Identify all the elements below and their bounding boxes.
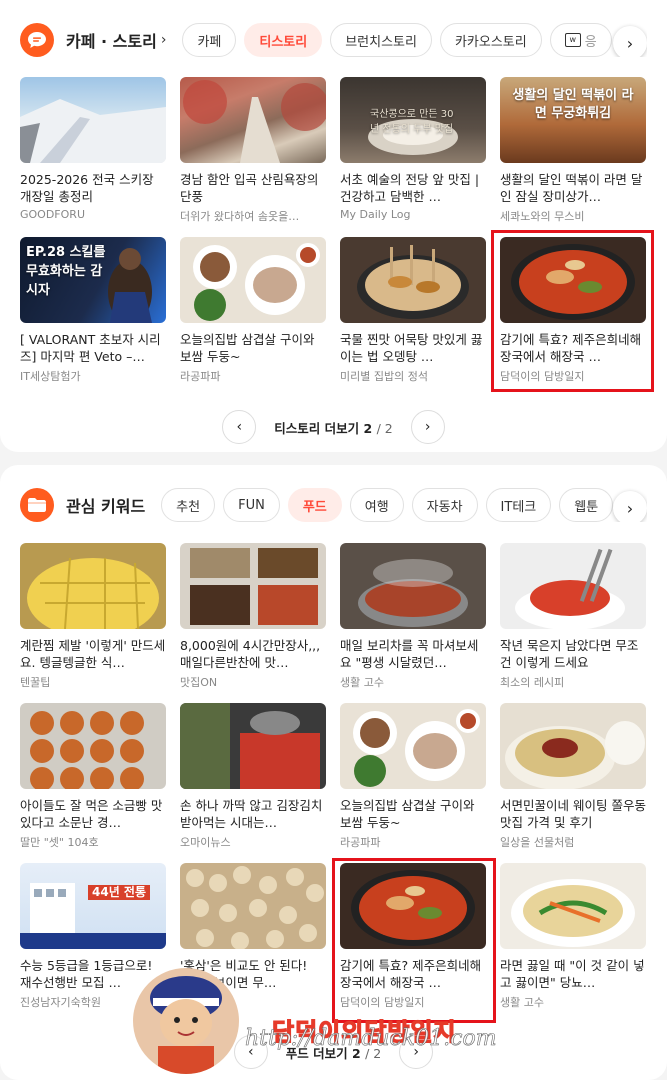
thumbnail [500, 863, 646, 949]
chip-bar: 추천 FUN 푸드 여행 자동차 IT테크 웹툰 › [161, 488, 647, 522]
chip-next-button[interactable]: › [613, 26, 647, 57]
list-item[interactable]: 국산콩으로 만든 30년 전통의 두부 맛집 서초 예술의 전당 앞 맛집 | … [340, 77, 486, 225]
list-item[interactable]: 생활의 달인 떡볶이 라면 무궁화튀김 생활의 달인 떡볶이 라면 달인 잠실 … [500, 77, 646, 225]
prev-page-button[interactable]: ‹ [233, 1035, 268, 1069]
brand-icon: w [564, 33, 581, 47]
keyword-card: 관심 키워드 추천 FUN 푸드 여행 자동차 IT테크 웹툰 › 계란찜 제발… [0, 465, 667, 1080]
story-grid: 2025-2026 전국 스키장 개장일 총정리 GOODFORU 경남 함안 … [20, 77, 647, 385]
chevron-left-icon: ‹ [247, 1044, 254, 1060]
story-pager: ‹ 티스토리 더보기 2 / 2 › [0, 410, 667, 444]
list-item[interactable]: 손 하나 까딱 않고 김장김치 받아먹는 시대는… 오마이뉴스 [180, 703, 326, 851]
chat-bubble-icon [20, 23, 54, 57]
chip-webtoon[interactable]: 웹툰 [559, 488, 614, 522]
chip-car[interactable]: 자동차 [411, 488, 478, 522]
keyword-pager: ‹ 푸드 더보기 2 / 2 › [0, 1035, 667, 1069]
thumbnail [180, 703, 326, 789]
thumbnail: EP.28 스킬를 무효화하는 감시자 [20, 237, 166, 323]
thumbnail [20, 543, 166, 629]
thumbnail [180, 863, 326, 949]
list-item[interactable]: EP.28 스킬를 무효화하는 감시자 [ VALORANT 초보자 시리즈] … [20, 237, 166, 385]
list-item[interactable]: 서면민꿀이네 웨이팅 쫄우동 맛집 가격 및 후기 일상을 선물처럼 [500, 703, 646, 851]
chevron-right-icon: › [626, 498, 634, 518]
list-item[interactable]: 매일 보리차를 꼭 마셔보세요 "평생 시달렸던… 생활 고수 [340, 543, 486, 691]
list-item[interactable]: 8,000원에 4시간만장사,,,매일다른반찬에 맛… 맛집ON [180, 543, 326, 691]
chip-food[interactable]: 푸드 [287, 488, 342, 522]
thumbnail [340, 543, 486, 629]
list-item[interactable]: '홍삼'은 비교도 안 된다! '이것' 보이면 무… 건강연구소 [180, 863, 326, 1011]
list-item[interactable]: 44년 전통 수능 5등급을 1등급으로! 재수선행반 모집 … 진성남자기숙학… [20, 863, 166, 1011]
chevron-right-icon: › [160, 32, 167, 48]
list-item[interactable]: 감기에 특효? 제주은희네해장국에서 해장국 … 담덕이의 담방일지 [500, 237, 646, 385]
thumbnail [180, 77, 326, 163]
list-item[interactable]: 오늘의집밥 삼겹살 구이와 보쌈 두둥~ 라공파파 [180, 237, 326, 385]
list-item[interactable]: 경남 함안 입곡 산림욕장의 단풍 더위가 왔다하여 솜옷을… [180, 77, 326, 225]
chip-next-button[interactable]: › [613, 491, 647, 522]
thumbnail [180, 543, 326, 629]
chip-it[interactable]: IT테크 [485, 488, 552, 522]
folder-icon [20, 488, 54, 522]
thumbnail [180, 237, 326, 323]
chip-travel[interactable]: 여행 [349, 488, 404, 522]
chip-recommend[interactable]: 추천 [161, 488, 216, 522]
thumbnail [20, 703, 166, 789]
thumbnail [500, 237, 646, 323]
chevron-right-icon: › [413, 1044, 419, 1060]
story-header: 카페 · 스토리 › 카페 티스토리 브런치스토리 카카오스토리 w응 › [20, 20, 647, 60]
list-item[interactable]: 계란찜 제발 '이렇게' 만드세요. 텡글텡글한 식… 텐꿀팁 [20, 543, 166, 691]
thumbnail [500, 543, 646, 629]
thumbnail [340, 237, 486, 323]
next-page-button[interactable]: › [410, 410, 445, 444]
section-title: 관심 키워드 [66, 497, 146, 516]
prev-page-button[interactable]: ‹ [222, 410, 257, 444]
story-card: 카페 · 스토리 › 카페 티스토리 브런치스토리 카카오스토리 w응 › 202… [0, 0, 667, 452]
chip-bar: 카페 티스토리 브런치스토리 카카오스토리 w응 › [182, 23, 647, 57]
list-item[interactable]: 감기에 특효? 제주은희네해장국에서 해장국 … 담덕이의 담방일지 [340, 863, 486, 1011]
chip-fun[interactable]: FUN [223, 488, 280, 522]
thumbnail [20, 77, 166, 163]
list-item[interactable]: 아이들도 잘 먹은 소금빵 맛있다고 소문난 경… 딸만 "셋" 104호 [20, 703, 166, 851]
list-item[interactable]: 국물 찐맛 어묵탕 맛있게 끓이는 법 오뎅탕 … 미리별 집밥의 정석 [340, 237, 486, 385]
list-item[interactable]: 오늘의집밥 삼겹살 구이와 보쌈 두둥~ 라공파파 [340, 703, 486, 851]
list-item[interactable]: 라면 끓일 때 "이 것 같이 넣고 끓이면" 당뇨… 생활 고수 [500, 863, 646, 1011]
thumbnail [340, 863, 486, 949]
chip-tistory[interactable]: 티스토리 [244, 23, 323, 57]
thumbnail: 국산콩으로 만든 30년 전통의 두부 맛집 [340, 77, 486, 163]
list-item[interactable]: 작년 묵은지 남았다면 무조건 이렇게 드세요 최소의 레시피 [500, 543, 646, 691]
keyword-header: 관심 키워드 추천 FUN 푸드 여행 자동차 IT테크 웹툰 › [20, 485, 647, 525]
thumbnail: 생활의 달인 떡볶이 라면 무궁화튀김 [500, 77, 646, 163]
thumbnail [500, 703, 646, 789]
keyword-grid: 계란찜 제발 '이렇게' 만드세요. 텡글텡글한 식… 텐꿀팁 8,000원에 … [20, 543, 647, 1011]
chevron-right-icon: › [626, 33, 634, 53]
chip-brunch[interactable]: 브런치스토리 [330, 23, 432, 57]
section-title[interactable]: 카페 · 스토리 › [66, 28, 166, 52]
list-item[interactable]: 2025-2026 전국 스키장 개장일 총정리 GOODFORU [20, 77, 166, 225]
chip-kakaostory[interactable]: 카카오스토리 [439, 23, 542, 57]
more-link[interactable]: 티스토리 더보기 2 / 2 [274, 418, 392, 437]
chip-more[interactable]: w응 [549, 23, 612, 57]
chip-cafe[interactable]: 카페 [182, 23, 237, 57]
thumbnail [340, 703, 486, 789]
more-link[interactable]: 푸드 더보기 2 / 2 [286, 1043, 381, 1062]
thumbnail: 44년 전통 [20, 863, 166, 949]
next-page-button[interactable]: › [399, 1035, 434, 1069]
chevron-right-icon: › [424, 419, 431, 435]
chevron-left-icon: ‹ [236, 419, 243, 435]
